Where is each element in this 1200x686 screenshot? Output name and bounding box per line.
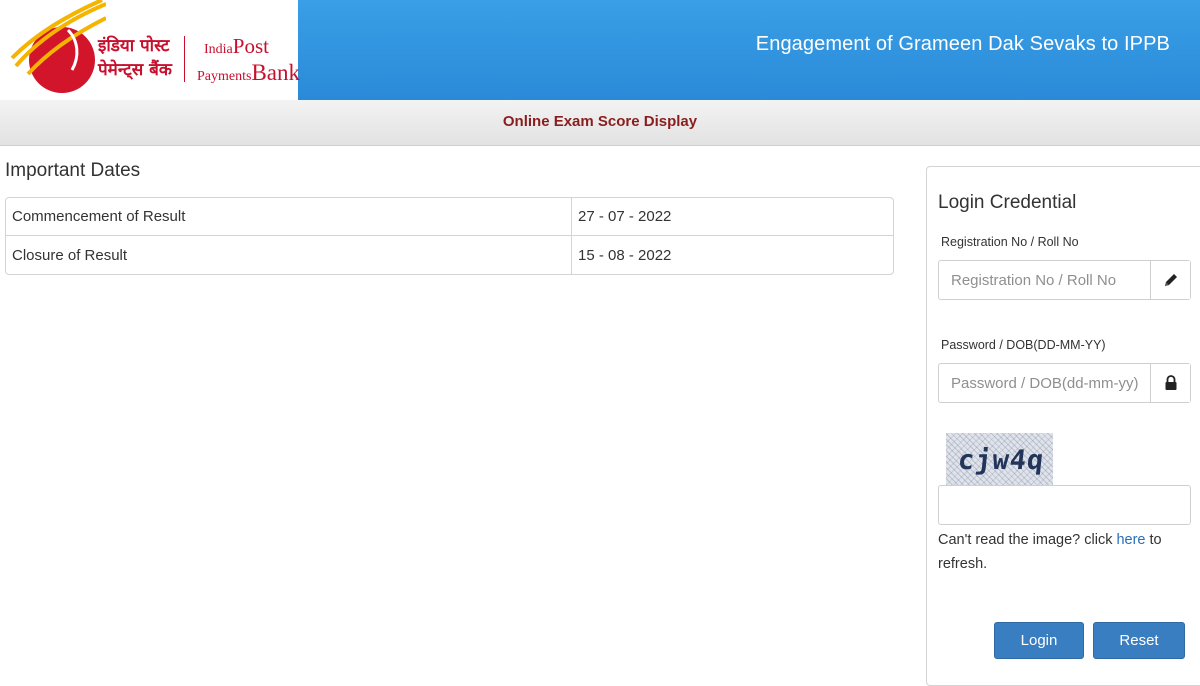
page-header: इंडिया पोस्ट पेमेन्ट्स बैंक IndiaPost Pa… [0, 0, 1200, 100]
ippb-logo[interactable]: इंडिया पोस्ट पेमेन्ट्स बैंक IndiaPost Pa… [0, 0, 301, 100]
captcha-image: cjw4q [946, 433, 1053, 485]
captcha-refresh-note: Can't read the image? click here to refr… [938, 528, 1193, 576]
registration-input-group [938, 260, 1191, 300]
header-title: Engagement of Grameen Dak Sevaks to IPPB [755, 33, 1170, 55]
table-row: Commencement of Result 27 - 07 - 2022 [6, 198, 893, 236]
login-button[interactable]: Login [994, 622, 1084, 659]
captcha-refresh-link[interactable]: here [1116, 532, 1145, 548]
subheader-bar: Online Exam Score Display [0, 100, 1200, 146]
lock-icon [1150, 364, 1190, 402]
logo-payments-bank-text: PaymentsBank [197, 60, 301, 85]
password-label: Password / DOB(DD-MM-YY) [941, 338, 1106, 352]
reset-button[interactable]: Reset [1093, 622, 1185, 659]
date-label: Closure of Result [6, 236, 572, 274]
login-panel: Login Credential Registration No / Roll … [926, 166, 1200, 686]
captcha-input[interactable] [938, 485, 1191, 525]
table-row: Closure of Result 15 - 08 - 2022 [6, 236, 893, 274]
important-dates-heading: Important Dates [5, 160, 141, 181]
registration-label: Registration No / Roll No [941, 235, 1079, 249]
logo-india-post-text: IndiaPost [204, 34, 269, 58]
pencil-icon [1150, 261, 1190, 299]
date-value: 15 - 08 - 2022 [578, 246, 672, 264]
captcha-text: cjw4q [956, 445, 1046, 476]
login-title: Login Credential [938, 192, 1077, 213]
india-post-logo-icon [10, 0, 106, 93]
password-input-group [938, 363, 1191, 403]
registration-input[interactable] [939, 261, 1150, 299]
date-value: 27 - 07 - 2022 [572, 198, 893, 236]
date-label: Commencement of Result [6, 198, 572, 236]
logo-hindi-text: इंडिया पोस्ट पेमेन्ट्स बैंक [98, 36, 172, 80]
page-title: Online Exam Score Display [502, 113, 698, 130]
refresh-text-prefix: Can't read the image? click [938, 532, 1117, 548]
important-dates-table: Commencement of Result 27 - 07 - 2022 Cl… [5, 197, 894, 275]
password-input[interactable] [939, 364, 1150, 402]
logo-divider [184, 36, 185, 82]
